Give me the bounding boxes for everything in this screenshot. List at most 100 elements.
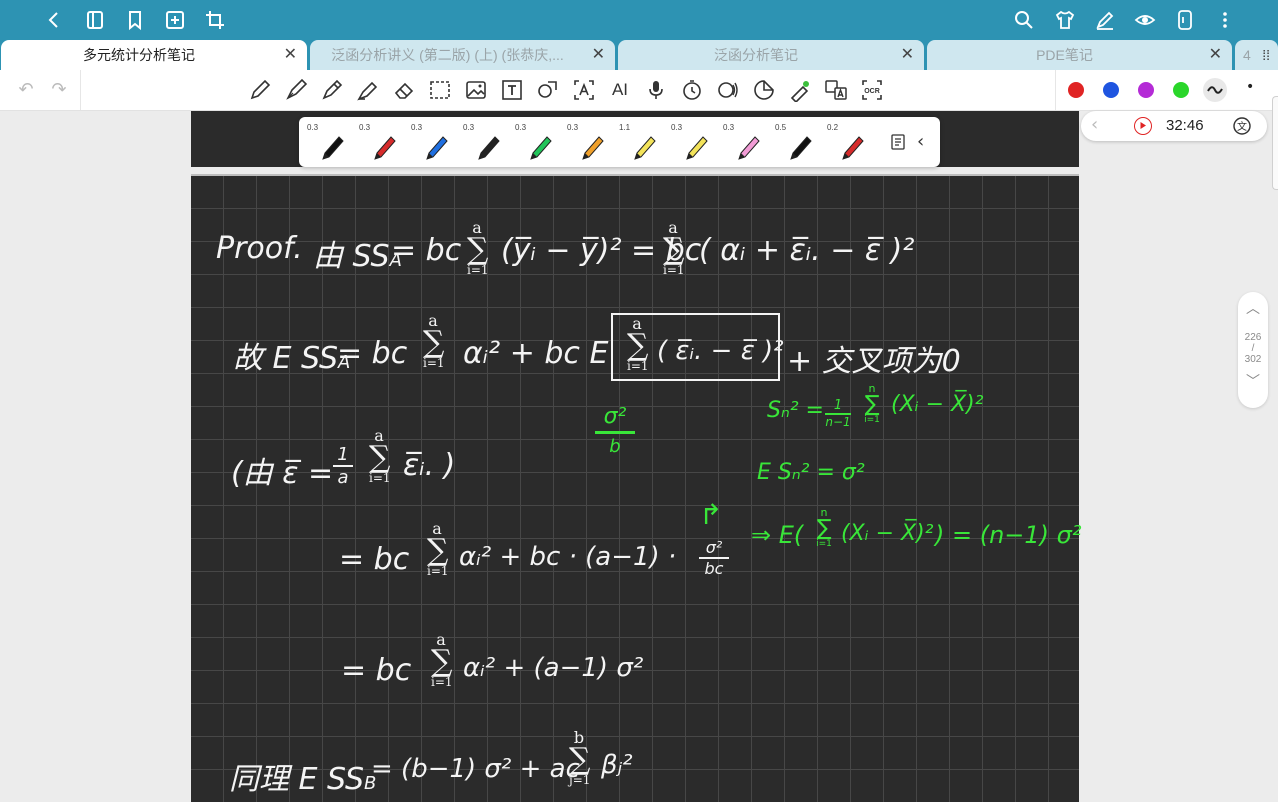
shirt-icon[interactable]: [1054, 9, 1076, 31]
image-icon[interactable]: [464, 78, 488, 102]
ballpoint-pen-icon[interactable]: [320, 78, 344, 102]
microphone-icon[interactable]: [644, 78, 668, 102]
phone-device-icon[interactable]: [1174, 9, 1196, 31]
proof-label: Proof.: [216, 231, 303, 266]
lasso-select-icon[interactable]: [428, 78, 452, 102]
recording-time: 32:46: [1166, 117, 1204, 134]
frac-num: σ²: [603, 404, 627, 429]
pen-preset[interactable]: 0.3: [669, 121, 717, 163]
l4-mid: αᵢ² + bc · (a−1) ·: [459, 542, 677, 572]
close-icon[interactable]: ✕: [1209, 40, 1222, 70]
pencil-icon[interactable]: [248, 78, 272, 102]
frac-num: 1: [337, 444, 349, 465]
pen-preset[interactable]: 0.3: [721, 121, 769, 163]
pen-icon: [686, 136, 708, 160]
l3-lead: (由 ε̅ =: [231, 456, 334, 491]
pen-preset[interactable]: 0.3: [409, 121, 457, 163]
eye-icon[interactable]: [1134, 9, 1156, 31]
ocr-icon[interactable]: OCR: [860, 78, 884, 102]
translate-icon[interactable]: [824, 78, 848, 102]
pen-preset[interactable]: 0.5: [773, 121, 821, 163]
pen-icon: [322, 136, 344, 160]
tab-functional-analysis-notes[interactable]: 泛函分析笔记 ✕: [618, 40, 924, 70]
g2: E Sₙ² = σ²: [757, 460, 865, 485]
pen-preset[interactable]: 1.1: [617, 121, 665, 163]
frac-den: a: [337, 467, 349, 488]
l3-sum: a ∑ i=1: [369, 426, 391, 485]
tab-multivariate-notes[interactable]: 多元统计分析笔记 ✕: [1, 40, 307, 70]
sum-bottom: i=1: [864, 415, 880, 425]
add-page-icon[interactable]: [164, 9, 186, 31]
sum-bottom: i=1: [627, 359, 649, 373]
collapse-chevron-icon[interactable]: ‹: [917, 131, 924, 152]
text-recognition-icon[interactable]: [572, 78, 596, 102]
wave-stroke-icon: [1207, 86, 1223, 94]
fountain-pen-icon[interactable]: [284, 78, 308, 102]
timer-icon[interactable]: [680, 78, 704, 102]
back-arrow-icon[interactable]: [43, 9, 65, 31]
previous-chevron-icon[interactable]: ‹: [1091, 114, 1098, 135]
color-purple-swatch[interactable]: [1138, 82, 1154, 98]
redo-icon[interactable]: ↷: [47, 78, 71, 102]
current-page: 226: [1244, 332, 1262, 343]
close-icon[interactable]: ✕: [284, 40, 297, 70]
notebook-icon[interactable]: [84, 9, 106, 31]
page-up-chevron-icon[interactable]: ︿: [1238, 298, 1268, 318]
tab-label: 泛函分析讲义 (第二版) (上) (张恭庆,...: [331, 47, 564, 63]
edit-pen-icon[interactable]: [1094, 9, 1116, 31]
more-dot-icon[interactable]: •: [1246, 79, 1254, 95]
sticker-icon[interactable]: [752, 78, 776, 102]
shapes-icon[interactable]: [536, 78, 560, 102]
l2-alpha: αᵢ² + bc E: [463, 336, 609, 371]
pen-presets-bar: ‹ 0.3 0.3 0.3 0.3 0.3 0.3 1.1 0.3 0.3 0.5 0.2: [299, 117, 940, 167]
tab-label: 泛函分析笔记: [714, 47, 798, 63]
pen-preset[interactable]: 0.3: [461, 121, 509, 163]
pen-preset[interactable]: 0.3: [305, 121, 353, 163]
l3-tail: ε̅ᵢ. ): [403, 448, 456, 483]
record-play-icon[interactable]: [1134, 117, 1152, 135]
color-green-swatch[interactable]: [1173, 82, 1189, 98]
stroke-style-button[interactable]: [1203, 78, 1227, 102]
more-vertical-icon[interactable]: [1214, 9, 1236, 31]
sum-bottom: i=1: [663, 263, 685, 277]
voice-read-icon[interactable]: [716, 78, 740, 102]
close-icon[interactable]: ✕: [901, 40, 914, 70]
sigma-icon: ∑: [663, 232, 685, 267]
pen-preset[interactable]: 0.3: [357, 121, 405, 163]
pen-preset[interactable]: 0.3: [513, 121, 561, 163]
laser-pointer-icon[interactable]: [788, 78, 812, 104]
page-down-chevron-icon[interactable]: ﹀: [1238, 371, 1268, 391]
bookmark-icon[interactable]: [124, 9, 146, 31]
color-blue-swatch[interactable]: [1103, 82, 1119, 98]
note-page[interactable]: Proof. 由 SSA = bc a ∑ i=1 (y̅ᵢ − y̅)² = …: [191, 174, 1082, 802]
highlighter-icon[interactable]: [356, 78, 380, 102]
text-box-icon[interactable]: [500, 78, 524, 102]
sigma-icon: ∑: [423, 325, 445, 360]
ai-icon[interactable]: AI: [608, 78, 632, 102]
tab-label: 4: [1243, 47, 1251, 63]
color-red-swatch[interactable]: [1068, 82, 1084, 98]
l2-sum: a ∑ i=1: [423, 311, 445, 370]
g3-tail: ) = (n−1) σ²: [935, 521, 1082, 549]
transcribe-icon[interactable]: 文: [1232, 116, 1252, 140]
l6-eq: = (b−1) σ² + ac: [371, 754, 580, 784]
crop-icon[interactable]: [204, 9, 226, 31]
right-edge-handle[interactable]: [1272, 96, 1278, 190]
eraser-icon[interactable]: [392, 78, 416, 102]
close-icon[interactable]: ✕: [592, 40, 605, 70]
undo-icon[interactable]: ↶: [14, 78, 38, 102]
search-icon[interactable]: [1013, 9, 1035, 31]
sum-bottom: i=1: [427, 564, 449, 578]
pen-presets-panel-icon[interactable]: [891, 134, 905, 154]
g3-arrow: ↱: [699, 498, 723, 531]
tab-functional-analysis-lectures[interactable]: 泛函分析讲义 (第二版) (上) (张恭庆,... ✕: [310, 40, 615, 70]
green-fraction: σ² b: [595, 404, 635, 457]
g3-sum: n ∑ i=1: [815, 506, 833, 549]
pen-preset[interactable]: 0.2: [825, 121, 873, 163]
l4-eq: = bc: [339, 542, 410, 577]
pen-preset[interactable]: 0.3: [565, 121, 613, 163]
tab-more[interactable]: 4 ⁞⁞: [1235, 40, 1278, 70]
page-separator: /: [1251, 343, 1255, 354]
tab-pde-notes[interactable]: PDE笔记 ✕: [927, 40, 1232, 70]
l2-lead: 故 E SSA: [233, 333, 350, 377]
